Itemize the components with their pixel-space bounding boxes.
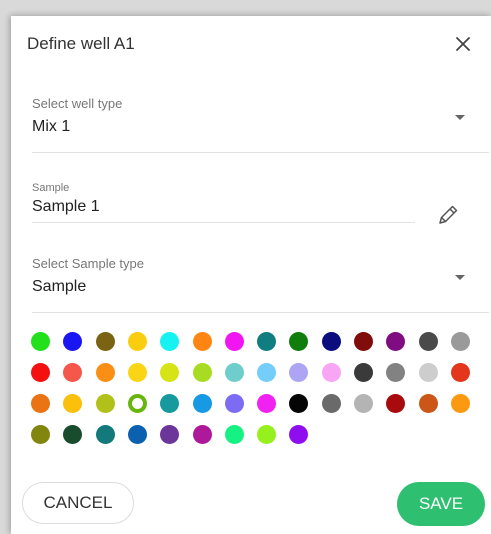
- color-swatch[interactable]: [225, 425, 244, 444]
- color-swatch[interactable]: [96, 394, 115, 413]
- sample-value: Sample 1: [32, 198, 100, 215]
- sample-input[interactable]: Sample Sample 1: [32, 182, 415, 223]
- color-swatch[interactable]: [63, 332, 82, 351]
- color-swatch[interactable]: [63, 363, 82, 382]
- color-swatch[interactable]: [419, 394, 438, 413]
- well-type-value: Mix 1: [32, 118, 71, 135]
- caret-down-icon: [455, 115, 465, 120]
- color-swatch[interactable]: [322, 332, 341, 351]
- color-swatch[interactable]: [386, 394, 405, 413]
- well-type-select[interactable]: Select well type Mix 1: [32, 96, 489, 153]
- color-swatch[interactable]: [289, 425, 308, 444]
- color-swatch[interactable]: [63, 425, 82, 444]
- color-swatch[interactable]: [322, 363, 341, 382]
- color-swatch[interactable]: [225, 394, 244, 413]
- color-swatch[interactable]: [354, 363, 373, 382]
- color-swatch[interactable]: [386, 332, 405, 351]
- color-swatch[interactable]: [128, 394, 147, 413]
- color-swatch[interactable]: [128, 363, 147, 382]
- close-icon[interactable]: [452, 33, 474, 55]
- color-swatch[interactable]: [193, 332, 212, 351]
- sample-type-select[interactable]: Select Sample type Sample: [32, 256, 489, 313]
- sample-type-value: Sample: [32, 278, 87, 295]
- color-swatch[interactable]: [322, 394, 341, 413]
- color-swatch[interactable]: [160, 425, 179, 444]
- color-swatch[interactable]: [31, 332, 50, 351]
- color-swatch[interactable]: [257, 425, 276, 444]
- color-swatch[interactable]: [160, 363, 179, 382]
- color-swatch[interactable]: [96, 332, 115, 351]
- color-swatch[interactable]: [257, 332, 276, 351]
- color-swatch[interactable]: [225, 332, 244, 351]
- color-swatch[interactable]: [257, 363, 276, 382]
- well-type-label: Select well type: [32, 96, 123, 111]
- color-swatch[interactable]: [193, 394, 212, 413]
- color-swatch[interactable]: [31, 394, 50, 413]
- color-swatch[interactable]: [289, 394, 308, 413]
- sample-type-label: Select Sample type: [32, 256, 145, 271]
- color-swatch[interactable]: [354, 394, 373, 413]
- cancel-button[interactable]: CANCEL: [22, 482, 134, 524]
- color-swatch[interactable]: [419, 363, 438, 382]
- color-swatch[interactable]: [63, 394, 82, 413]
- color-swatch[interactable]: [419, 332, 438, 351]
- color-swatch[interactable]: [289, 332, 308, 351]
- color-swatch[interactable]: [193, 425, 212, 444]
- sample-label: Sample: [32, 182, 70, 194]
- define-well-dialog: Define well A1 Select well type Mix 1 Sa…: [11, 16, 491, 534]
- color-swatch[interactable]: [451, 332, 470, 351]
- color-swatch[interactable]: [451, 394, 470, 413]
- color-swatch[interactable]: [128, 425, 147, 444]
- color-swatch[interactable]: [386, 363, 405, 382]
- color-swatch[interactable]: [96, 425, 115, 444]
- color-swatch[interactable]: [225, 363, 244, 382]
- color-swatch[interactable]: [128, 332, 147, 351]
- color-swatch[interactable]: [354, 332, 373, 351]
- color-swatch[interactable]: [257, 394, 276, 413]
- color-swatch[interactable]: [96, 363, 115, 382]
- color-swatch[interactable]: [160, 394, 179, 413]
- color-swatch[interactable]: [31, 363, 50, 382]
- color-swatch[interactable]: [289, 363, 308, 382]
- pencil-icon[interactable]: [435, 202, 461, 228]
- color-swatch[interactable]: [193, 363, 212, 382]
- dialog-title: Define well A1: [27, 34, 135, 53]
- caret-down-icon: [455, 275, 465, 280]
- color-swatch[interactable]: [160, 332, 179, 351]
- color-swatch[interactable]: [451, 363, 470, 382]
- save-button[interactable]: SAVE: [397, 482, 485, 526]
- color-swatch[interactable]: [31, 425, 50, 444]
